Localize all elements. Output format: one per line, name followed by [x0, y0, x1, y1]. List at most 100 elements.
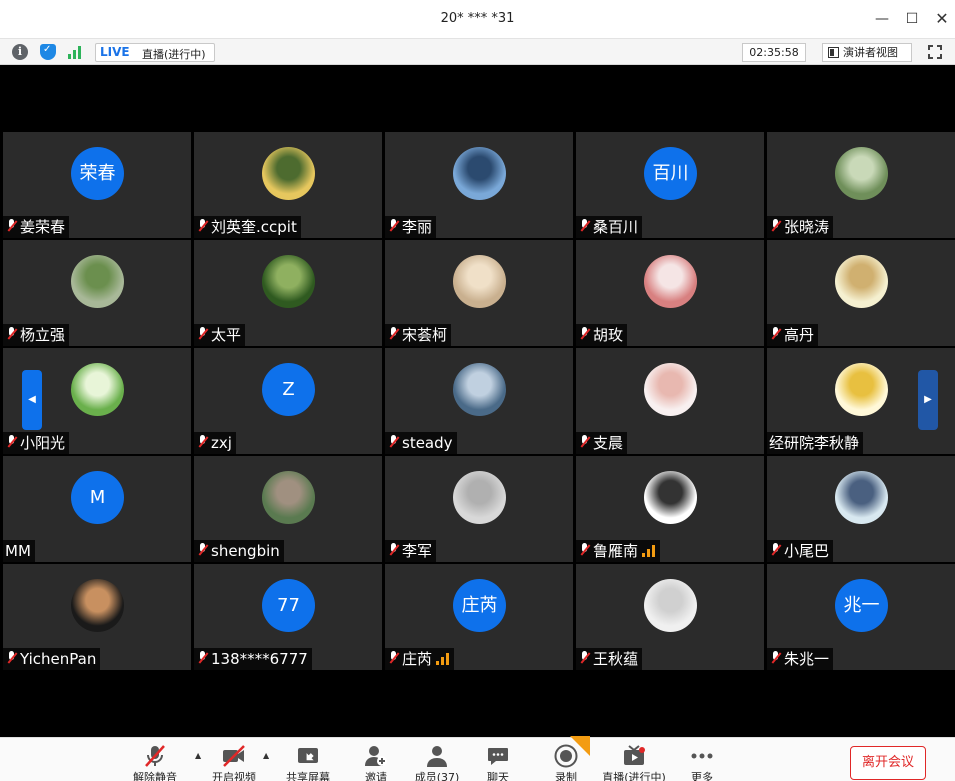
fullscreen-icon[interactable]: [928, 45, 942, 59]
muted-mic-icon: [387, 542, 401, 558]
info-icon[interactable]: i: [12, 44, 28, 60]
avatar: [644, 363, 697, 416]
new-badge-icon: [570, 736, 590, 756]
avatar: [453, 255, 506, 308]
participant-tile[interactable]: 李军: [385, 456, 573, 562]
start-video-button[interactable]: 开启视频: [208, 738, 260, 781]
participant-name: YichenPan: [3, 648, 101, 670]
participant-tile[interactable]: 胡玫: [576, 240, 764, 346]
window-title: 20* *** *31: [440, 11, 515, 26]
muted-mic-icon: [578, 650, 592, 666]
participant-tile[interactable]: 兆一 朱兆一: [767, 564, 955, 670]
speaker-view-button[interactable]: 演讲者视图: [822, 43, 912, 62]
audio-options-caret-icon[interactable]: ▲: [195, 751, 201, 760]
avatar-initials: Z: [262, 363, 315, 416]
muted-mic-icon: [5, 326, 19, 342]
avatar: [262, 147, 315, 200]
participant-tile[interactable]: 77 138****6777: [194, 564, 382, 670]
muted-mic-icon: [578, 434, 592, 450]
muted-mic-icon: [387, 434, 401, 450]
participant-name: 李丽: [385, 216, 437, 238]
live-status-badge[interactable]: LIVE 直播(进行中): [95, 43, 215, 62]
shield-icon[interactable]: [40, 44, 56, 60]
participant-tile[interactable]: 鲁雁南: [576, 456, 764, 562]
invite-label: 邀请: [365, 771, 387, 781]
record-button[interactable]: 录制: [546, 736, 590, 781]
participant-name: 小尾巴: [767, 540, 834, 562]
avatar: [262, 471, 315, 524]
participant-tile[interactable]: 宋荟柯: [385, 240, 573, 346]
participants-button[interactable]: 成员(37): [412, 738, 462, 781]
participant-name-text: 胡玫: [593, 326, 624, 344]
participant-tile[interactable]: 刘英奎.ccpit: [194, 132, 382, 238]
participant-name-text: 王秋蕴: [593, 650, 639, 668]
muted-mic-icon: [5, 434, 19, 450]
participant-grid: 荣春 姜荣春 刘英奎.ccpit 李丽 百川 桑百川 张晓涛 杨立强 太平 宋荟柯 胡玫 高丹 小阳光 Z…: [3, 132, 955, 670]
muted-mic-icon: [387, 218, 401, 234]
avatar-initials: M: [71, 471, 124, 524]
avatar-initials: 77: [262, 579, 315, 632]
avatar-initials: 荣春: [71, 147, 124, 200]
invite-button[interactable]: 邀请: [356, 738, 396, 781]
participant-name: 庄芮: [385, 648, 455, 670]
participant-name: 138****6777: [194, 648, 312, 670]
maximize-icon[interactable]: ☐: [900, 7, 924, 31]
participant-name: 杨立强: [3, 324, 70, 346]
next-page-arrow-icon[interactable]: ▶: [918, 370, 938, 430]
participant-name: 刘英奎.ccpit: [194, 216, 301, 238]
avatar-initials: 庄芮: [453, 579, 506, 632]
minimize-icon[interactable]: —: [870, 7, 894, 31]
video-off-icon: [222, 744, 246, 768]
participant-name-text: zxj: [211, 434, 232, 452]
muted-mic-icon: [196, 542, 210, 558]
previous-page-arrow-icon[interactable]: ◀: [22, 370, 42, 430]
muted-mic-icon: [769, 326, 783, 342]
participant-tile[interactable]: 支晨: [576, 348, 764, 454]
participant-name-text: 桑百川: [593, 218, 639, 236]
close-icon[interactable]: ✕: [930, 7, 954, 31]
muted-mic-icon: [387, 326, 401, 342]
live-stream-icon: [622, 744, 646, 768]
participant-name: 宋荟柯: [385, 324, 452, 346]
share-screen-button[interactable]: 共享屏幕: [283, 738, 333, 781]
participant-tile[interactable]: 百川 桑百川: [576, 132, 764, 238]
leave-meeting-button[interactable]: 离开会议: [850, 746, 926, 780]
participant-tile[interactable]: 李丽: [385, 132, 573, 238]
muted-mic-icon: [578, 326, 592, 342]
unmute-button[interactable]: 解除静音: [130, 738, 180, 781]
participant-tile[interactable]: 太平: [194, 240, 382, 346]
participant-tile[interactable]: 张晓涛: [767, 132, 955, 238]
participant-tile[interactable]: 庄芮 庄芮: [385, 564, 573, 670]
share-screen-icon: [296, 744, 320, 768]
participant-name-text: 杨立强: [20, 326, 66, 344]
participant-tile[interactable]: M MM: [3, 456, 191, 562]
participant-tile[interactable]: 小尾巴: [767, 456, 955, 562]
participant-tile[interactable]: 杨立强: [3, 240, 191, 346]
participant-name-text: 支晨: [593, 434, 624, 452]
video-options-caret-icon[interactable]: ▲: [263, 751, 269, 760]
live-stream-button[interactable]: 直播(进行中): [601, 738, 667, 781]
live-status-text: 直播(进行中): [142, 48, 206, 61]
network-signal-icon[interactable]: [68, 45, 84, 59]
participant-name: 王秋蕴: [576, 648, 643, 670]
participant-tile[interactable]: steady: [385, 348, 573, 454]
avatar: [644, 471, 697, 524]
participant-name-text: YichenPan: [20, 650, 97, 668]
participant-tile[interactable]: Zzxj: [194, 348, 382, 454]
participant-name-text: 138****6777: [211, 650, 308, 668]
participant-tile[interactable]: 荣春 姜荣春: [3, 132, 191, 238]
chat-button[interactable]: 聊天: [478, 738, 518, 781]
more-button[interactable]: 更多: [686, 738, 718, 781]
avatar-initials: 兆一: [835, 579, 888, 632]
participant-tile[interactable]: 王秋蕴: [576, 564, 764, 670]
participant-tile[interactable]: shengbin: [194, 456, 382, 562]
muted-mic-icon: [769, 650, 783, 666]
participant-tile[interactable]: 高丹: [767, 240, 955, 346]
muted-mic-icon: [769, 542, 783, 558]
participant-tile[interactable]: YichenPan: [3, 564, 191, 670]
avatar: [453, 363, 506, 416]
avatar: [644, 255, 697, 308]
avatar: [262, 255, 315, 308]
participant-name: zxj: [194, 432, 236, 454]
muted-mic-icon: [196, 650, 210, 666]
